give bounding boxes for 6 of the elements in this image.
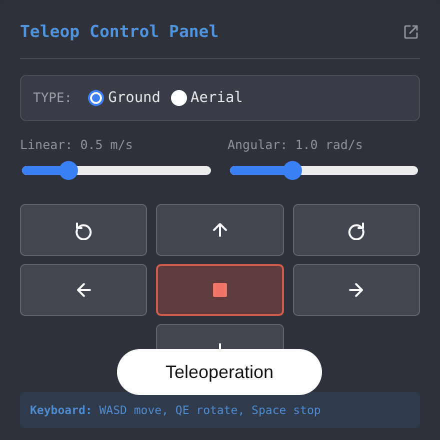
type-label: TYPE: xyxy=(33,90,72,106)
slider-label: Linear: 0.5 m/s xyxy=(20,137,134,152)
caption-tooltip: Teleoperation xyxy=(117,349,322,395)
slider-label: Angular: 1.0 rad/s xyxy=(228,137,364,152)
keyboard-hint: Keyboard: WASD move, QE rotate, Space stop xyxy=(20,392,420,428)
panel-title: Teleop Control Panel xyxy=(20,22,219,41)
